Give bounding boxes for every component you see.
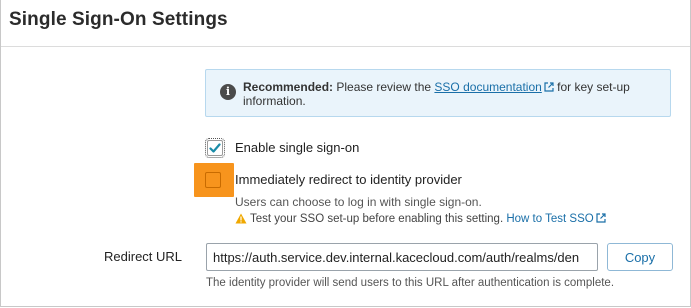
warning-triangle-icon <box>235 213 247 224</box>
page-title: Single Sign-On Settings <box>9 9 228 30</box>
sso-documentation-link[interactable]: SSO documentation <box>434 80 541 94</box>
title-divider <box>1 46 690 47</box>
warning-text: Test your SSO set-up before enabling thi… <box>250 213 504 225</box>
copy-button[interactable]: Copy <box>607 243 673 271</box>
redirect-idp-checkbox[interactable] <box>205 172 221 188</box>
redirect-idp-warning: Test your SSO set-up before enabling thi… <box>235 213 606 225</box>
sso-settings-panel: Single Sign-On Settings i Recommended: P… <box>0 0 691 307</box>
how-to-test-sso-link[interactable]: How to Test SSO <box>506 213 593 225</box>
info-bold-label: Recommended: <box>243 80 334 94</box>
redirect-idp-checkbox-highlight <box>194 163 234 197</box>
info-text: Recommended: Please review the SSO docum… <box>243 80 663 108</box>
redirect-idp-help: Users can choose to log in with single s… <box>235 195 482 209</box>
redirect-url-label: Redirect URL <box>104 249 183 264</box>
redirect-idp-label[interactable]: Immediately redirect to identity provide… <box>235 172 462 187</box>
info-post-link: for key set-up <box>553 80 630 94</box>
external-link-icon <box>596 213 606 223</box>
info-callout: i Recommended: Please review the SSO doc… <box>205 69 671 117</box>
info-circle-icon: i <box>220 84 236 100</box>
redirect-url-help: The identity provider will send users to… <box>206 277 615 289</box>
info-pre-link: Please review the <box>333 80 435 94</box>
info-line2: information. <box>243 94 306 108</box>
redirect-url-input[interactable] <box>206 243 598 271</box>
external-link-icon <box>544 82 554 92</box>
enable-sso-label[interactable]: Enable single sign-on <box>235 140 359 155</box>
enable-sso-checkbox[interactable] <box>205 138 225 158</box>
checkmark-icon <box>209 143 221 153</box>
